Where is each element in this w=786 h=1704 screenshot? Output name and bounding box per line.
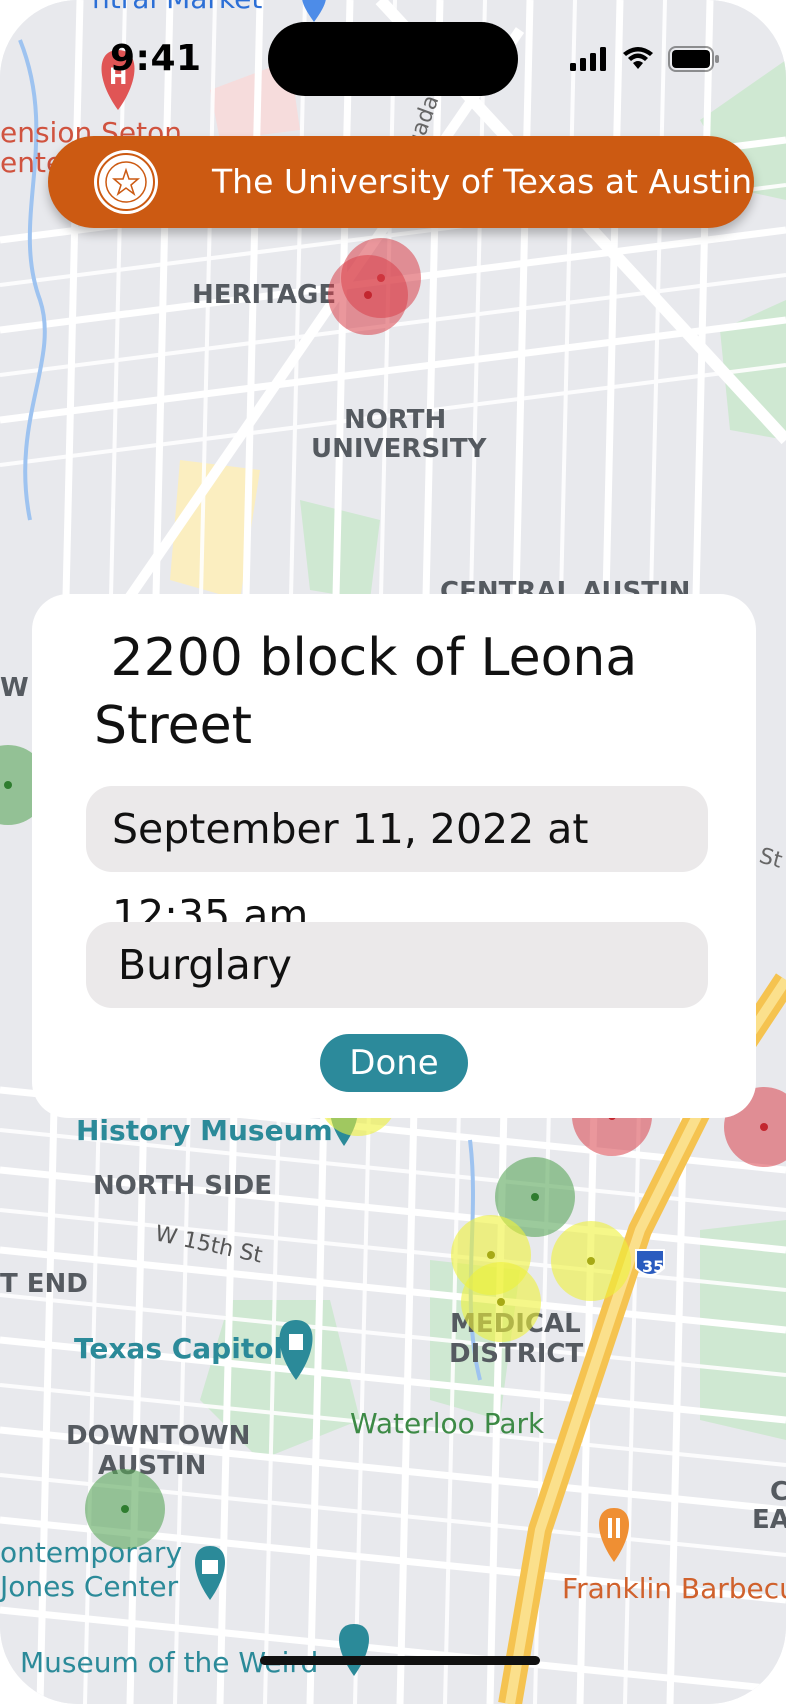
map-label-central-market: ntral Market: [92, 0, 262, 15]
phone-screen: ntral Market ension Seton enter uada HER…: [0, 0, 786, 1704]
map-label-texas-capitol: Texas Capitol: [74, 1332, 283, 1365]
cellular-signal-icon: [570, 47, 606, 71]
map-label-waterloo-park: Waterloo Park: [350, 1407, 545, 1440]
map-label-north-university-2: UNIVERSITY: [311, 434, 488, 464]
map-label-heritage: HERITAGE: [192, 280, 336, 310]
map-label-north-side: NORTH SIDE: [93, 1171, 272, 1201]
university-seal-icon: [94, 150, 158, 214]
map-label-history-museum: History Museum: [76, 1114, 333, 1147]
incident-detail-card: 2200 block of Leona Street September 11,…: [32, 594, 756, 1118]
map-label-ea: EA: [752, 1505, 786, 1535]
university-header: The University of Texas at Austin: [48, 136, 754, 228]
battery-icon: [668, 46, 719, 72]
dynamic-island: [268, 22, 518, 96]
map-label-c: C: [770, 1477, 786, 1507]
svg-text:35: 35: [642, 1257, 664, 1276]
status-bar-time: 9:41: [110, 38, 202, 79]
map-label-t-end: T END: [0, 1269, 88, 1299]
incident-datetime-field: September 11, 2022 at 12:35 am: [86, 786, 708, 939]
status-bar-icons: [570, 44, 720, 74]
incident-location-title: 2200 block of Leona Street: [94, 628, 654, 756]
done-button[interactable]: Done: [320, 1034, 468, 1092]
map-label-contemporary-2: Jones Center: [0, 1570, 179, 1603]
home-indicator[interactable]: [260, 1656, 540, 1665]
wifi-icon: [623, 47, 653, 69]
incident-marker-yellow[interactable]: [551, 1221, 631, 1301]
map-label-north-university-1: NORTH: [344, 405, 446, 435]
map-label-franklin: Franklin Barbecu: [562, 1572, 786, 1605]
incident-type-field: Burglary: [86, 922, 708, 1008]
header-title: The University of Texas at Austin: [212, 162, 753, 201]
incident-marker-green[interactable]: [85, 1469, 165, 1549]
interstate-shield-icon: 35: [635, 1249, 665, 1276]
map-label-contemporary-1: ontemporary: [0, 1536, 182, 1569]
map-label-west-edge: W: [0, 673, 29, 703]
map-label-downtown-1: DOWNTOWN: [66, 1421, 250, 1451]
map-label-medical-2: DISTRICT: [449, 1339, 583, 1369]
incident-marker-red[interactable]: [328, 255, 408, 335]
incident-marker-yellow[interactable]: [461, 1262, 541, 1342]
